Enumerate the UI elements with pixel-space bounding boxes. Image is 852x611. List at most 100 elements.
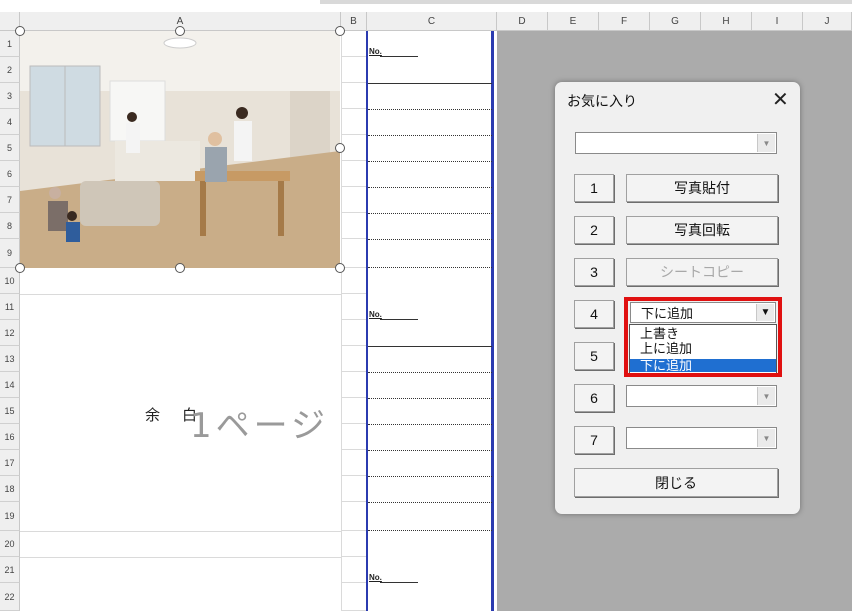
gridline bbox=[341, 238, 366, 239]
gridline bbox=[341, 556, 366, 557]
close-dialog-button[interactable]: 閉じる bbox=[574, 468, 778, 497]
gridline bbox=[341, 345, 366, 346]
gridline bbox=[341, 56, 366, 57]
ruled-line bbox=[368, 372, 492, 373]
no-underline bbox=[380, 582, 418, 583]
gridline bbox=[341, 530, 366, 531]
page-watermark: 1ページ bbox=[190, 406, 329, 446]
resize-handle[interactable] bbox=[335, 263, 345, 273]
ruled-line bbox=[368, 450, 492, 451]
row-header[interactable]: 3 bbox=[0, 83, 20, 109]
row-header[interactable]: 18 bbox=[0, 476, 20, 502]
slot-6-combo[interactable]: ▼ bbox=[626, 385, 777, 407]
ruled-line bbox=[368, 346, 492, 347]
row-header[interactable]: 13 bbox=[0, 346, 20, 372]
column-header-i[interactable]: I bbox=[752, 12, 803, 31]
number-button-2[interactable]: 2 bbox=[574, 216, 614, 244]
row-header[interactable]: 7 bbox=[0, 187, 20, 213]
column-header-e[interactable]: E bbox=[548, 12, 599, 31]
column-header-j[interactable]: J bbox=[803, 12, 852, 31]
inserted-photo[interactable] bbox=[20, 31, 340, 268]
favorite-select-combo[interactable]: ▼ bbox=[575, 132, 777, 154]
gridline bbox=[341, 319, 366, 320]
ruled-line bbox=[368, 161, 492, 162]
gridline bbox=[341, 449, 366, 450]
gridline bbox=[341, 212, 366, 213]
photo-illustration bbox=[20, 31, 340, 268]
ruled-line bbox=[368, 424, 492, 425]
column-header-h[interactable]: H bbox=[701, 12, 752, 31]
row-header[interactable]: 14 bbox=[0, 372, 20, 398]
row-header[interactable]: 21 bbox=[0, 557, 20, 583]
gridline bbox=[20, 294, 341, 295]
ruled-line bbox=[368, 398, 492, 399]
row-header[interactable]: 4 bbox=[0, 109, 20, 135]
column-header-c[interactable]: C bbox=[367, 12, 497, 31]
chevron-down-icon[interactable]: ▼ bbox=[757, 134, 775, 152]
row-header[interactable]: 17 bbox=[0, 450, 20, 476]
ribbon-edge bbox=[0, 0, 852, 12]
row-header[interactable]: 6 bbox=[0, 161, 20, 187]
resize-handle[interactable] bbox=[335, 143, 345, 153]
row-header[interactable]: 16 bbox=[0, 424, 20, 450]
column-header-g[interactable]: G bbox=[650, 12, 701, 31]
gridline bbox=[341, 160, 366, 161]
paste-photo-button[interactable]: 写真貼付 bbox=[626, 174, 778, 202]
row-header[interactable]: 22 bbox=[0, 583, 20, 611]
ruled-line bbox=[368, 267, 492, 268]
gridline bbox=[341, 582, 366, 583]
gridline bbox=[341, 397, 366, 398]
row-header[interactable]: 8 bbox=[0, 213, 20, 239]
gridline bbox=[341, 186, 366, 187]
row-header[interactable]: 11 bbox=[0, 294, 20, 320]
number-button-7[interactable]: 7 bbox=[574, 426, 614, 454]
ruled-line bbox=[368, 135, 492, 136]
highlight-box bbox=[624, 297, 782, 377]
ruled-line bbox=[368, 109, 492, 110]
gridline bbox=[341, 475, 366, 476]
resize-handle[interactable] bbox=[175, 263, 185, 273]
ruled-line bbox=[368, 476, 492, 477]
ruled-line bbox=[368, 83, 492, 84]
row-header[interactable]: 19 bbox=[0, 502, 20, 531]
gridline bbox=[20, 557, 341, 558]
row-header[interactable]: 20 bbox=[0, 531, 20, 557]
dialog-title: お気に入り bbox=[567, 93, 637, 109]
close-icon[interactable]: ✕ bbox=[772, 87, 789, 112]
number-button-5[interactable]: 5 bbox=[574, 342, 614, 370]
copy-sheet-button[interactable]: シートコピー bbox=[626, 258, 778, 286]
resize-handle[interactable] bbox=[15, 26, 25, 36]
formula-bar-edge bbox=[320, 0, 852, 4]
number-button-3[interactable]: 3 bbox=[574, 258, 614, 286]
gridline bbox=[341, 423, 366, 424]
no-label: No. bbox=[369, 47, 382, 56]
chevron-down-icon[interactable]: ▼ bbox=[757, 387, 775, 405]
gridline bbox=[341, 371, 366, 372]
slot-7-combo[interactable]: ▼ bbox=[626, 427, 777, 449]
row-header[interactable]: 15 bbox=[0, 398, 20, 424]
row-header[interactable]: 5 bbox=[0, 135, 20, 161]
number-button-1[interactable]: 1 bbox=[574, 174, 614, 202]
ruled-line bbox=[368, 530, 492, 531]
column-header-b[interactable]: B bbox=[341, 12, 367, 31]
no-underline bbox=[380, 319, 418, 320]
gridline bbox=[341, 501, 366, 502]
row-header[interactable]: 2 bbox=[0, 57, 20, 83]
resize-handle[interactable] bbox=[15, 263, 25, 273]
gridline bbox=[341, 31, 342, 611]
gridline bbox=[341, 108, 366, 109]
rotate-photo-button[interactable]: 写真回転 bbox=[626, 216, 778, 244]
number-button-6[interactable]: 6 bbox=[574, 384, 614, 412]
column-header-d[interactable]: D bbox=[497, 12, 548, 31]
gridline bbox=[20, 531, 341, 532]
column-header-f[interactable]: F bbox=[599, 12, 650, 31]
chevron-down-icon[interactable]: ▼ bbox=[757, 429, 775, 447]
gridline bbox=[341, 293, 366, 294]
resize-handle[interactable] bbox=[335, 26, 345, 36]
resize-handle[interactable] bbox=[175, 26, 185, 36]
row-header[interactable]: 12 bbox=[0, 320, 20, 346]
ruled-line bbox=[368, 239, 492, 240]
gridline bbox=[341, 82, 366, 83]
no-underline bbox=[380, 56, 418, 57]
number-button-4[interactable]: 4 bbox=[574, 300, 614, 328]
